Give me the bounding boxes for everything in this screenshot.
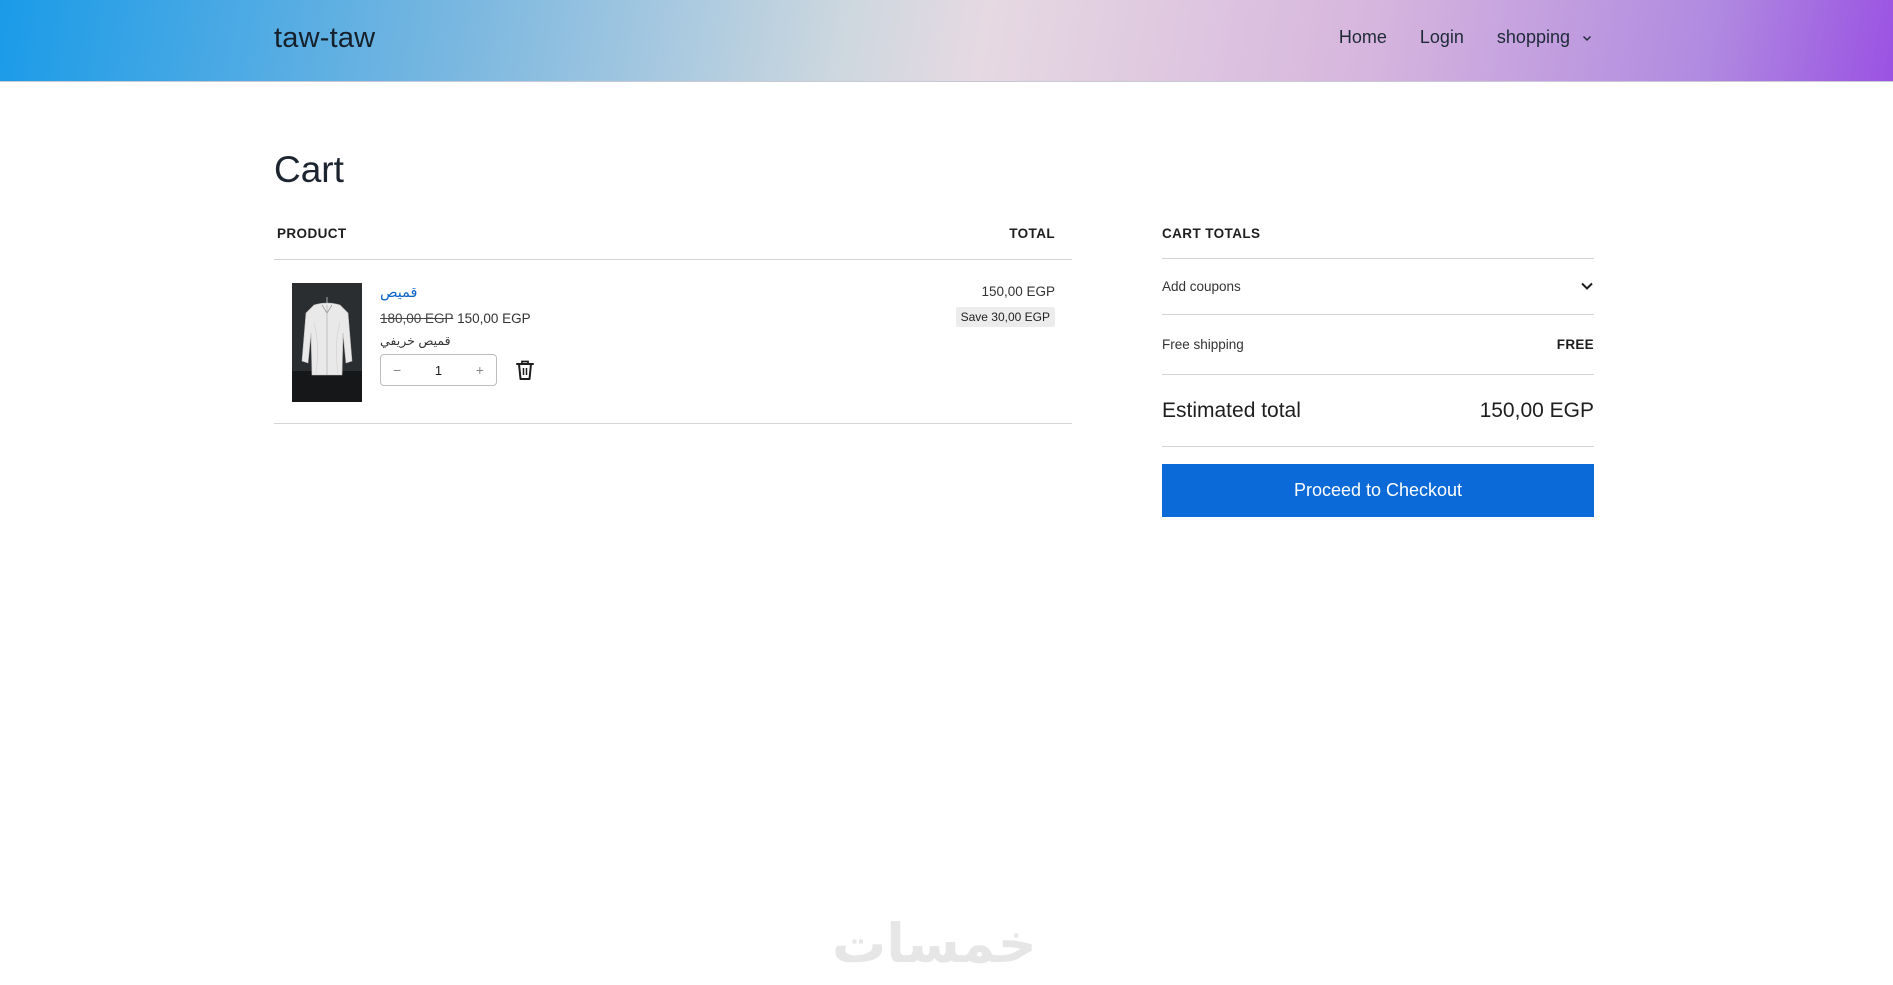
chevron-down-icon	[1582, 33, 1592, 43]
line-total: 150,00 EGP Save 30,00 EGP	[955, 284, 1055, 327]
cart-totals-panel: CART TOTALS Add coupons Free shipping FR…	[1162, 226, 1594, 517]
proceed-to-checkout-button[interactable]: Proceed to Checkout	[1162, 464, 1594, 517]
cart-totals-heading: CART TOTALS	[1162, 226, 1594, 259]
estimated-total-row: Estimated total 150,00 EGP	[1162, 375, 1594, 447]
shipping-label: Free shipping	[1162, 337, 1244, 352]
increase-quantity-button[interactable]: +	[476, 362, 484, 378]
main-nav: Home Login shopping	[1306, 27, 1592, 48]
product-column-header: PRODUCT	[277, 226, 347, 241]
trash-icon[interactable]	[515, 359, 535, 381]
nav-shopping-menu[interactable]: shopping	[1497, 27, 1592, 48]
decrease-quantity-button[interactable]: −	[393, 362, 401, 378]
savings-badge: Save 30,00 EGP	[955, 307, 1055, 327]
product-name-link[interactable]: قميص	[380, 285, 417, 301]
line-total-amount: 150,00 EGP	[981, 284, 1055, 299]
product-description: قميص خريفي	[380, 334, 451, 348]
estimated-total-label: Estimated total	[1162, 398, 1301, 422]
quantity-stepper: − 1 +	[380, 354, 497, 386]
table-header-row: PRODUCT TOTAL	[274, 226, 1072, 260]
chevron-down-icon	[1580, 279, 1594, 294]
add-coupons-toggle[interactable]: Add coupons	[1162, 259, 1594, 315]
shirt-image	[292, 283, 362, 402]
quantity-value[interactable]: 1	[435, 363, 442, 378]
nav-home-link[interactable]: Home	[1339, 27, 1387, 48]
page-title: Cart	[274, 149, 344, 190]
original-price: 180,00 EGP	[380, 311, 454, 326]
add-coupons-label: Add coupons	[1162, 279, 1241, 294]
total-column-header: TOTAL	[1009, 226, 1055, 241]
sale-price: 150,00 EGP	[457, 311, 531, 326]
estimated-total-value: 150,00 EGP	[1479, 398, 1594, 422]
product-thumbnail[interactable]	[292, 283, 362, 402]
nav-login-link[interactable]: Login	[1420, 27, 1464, 48]
site-logo[interactable]: taw-taw	[274, 22, 375, 55]
cart-items-table: PRODUCT TOTAL قميص 180,00 EGP 150,00 EGP…	[274, 226, 1072, 424]
cart-item-details: قميص 180,00 EGP 150,00 EGP قميص خريفي − …	[380, 284, 535, 386]
cart-item-row: قميص 180,00 EGP 150,00 EGP قميص خريفي − …	[274, 260, 1072, 424]
quantity-controls: − 1 +	[380, 354, 535, 386]
nav-shopping-label: shopping	[1496, 27, 1570, 47]
product-prices: 180,00 EGP 150,00 EGP	[380, 311, 535, 326]
shipping-row: Free shipping FREE	[1162, 315, 1594, 375]
site-header: taw-taw Home Login shopping	[0, 0, 1893, 82]
shipping-value: FREE	[1556, 337, 1594, 352]
watermark-logo: خمسات	[832, 912, 1037, 975]
